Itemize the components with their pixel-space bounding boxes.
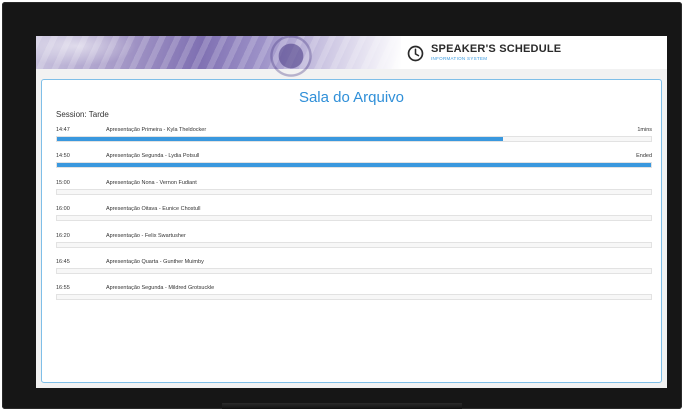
clock-icon <box>407 45 424 61</box>
schedule-row: 14:50 Apresentação Segunda - Lydia Potsu… <box>56 151 652 171</box>
progress-fill <box>57 137 503 141</box>
row-title: Apresentação Segunda - Mildred Grotsuckl… <box>106 285 215 291</box>
schedule-panel: Sala do Arquivo Session: Tarde 14:47 Apr… <box>41 79 662 383</box>
row-time: 16:00 <box>56 206 70 212</box>
progress-track <box>56 294 652 300</box>
schedule-row: 16:00 Apresentação Oitava - Eunice Chost… <box>56 204 652 224</box>
schedule-row: 16:20 Apresentação - Felix Swartusher <box>56 231 652 251</box>
display-bezel: SPEAKER'S SCHEDULE INFORMATION SYSTEM Sa… <box>2 2 682 409</box>
brand-title: SPEAKER'S SCHEDULE <box>431 43 562 56</box>
row-title: Apresentação Oitava - Eunice Chostull <box>106 206 201 212</box>
row-time: 14:47 <box>56 127 70 133</box>
row-title: Apresentação Nona - Vernon Fudiant <box>106 180 197 186</box>
progress-track <box>56 242 652 248</box>
progress-track <box>56 162 652 168</box>
room-title: Sala do Arquivo <box>298 89 405 106</box>
brand: SPEAKER'S SCHEDULE INFORMATION SYSTEM <box>407 41 561 65</box>
schedule-row: 14:47 Apresentação Primeira - Kyla Theld… <box>56 125 652 145</box>
row-time: 15:00 <box>56 180 70 186</box>
progress-track <box>56 189 652 195</box>
progress-track <box>56 136 652 142</box>
schedule-row: 16:45 Apresentação Quarta - Gunther Muim… <box>56 257 652 277</box>
row-title: Apresentação Primeira - Kyla Theldocker <box>106 127 207 133</box>
row-time: 14:50 <box>56 153 70 159</box>
session-label: Session: Tarde <box>56 110 109 119</box>
screen: SPEAKER'S SCHEDULE INFORMATION SYSTEM Sa… <box>36 36 667 388</box>
header-banner-art <box>36 36 401 96</box>
row-status: 1mins <box>637 127 652 133</box>
progress-track <box>56 215 652 221</box>
progress-track <box>56 268 652 274</box>
header: SPEAKER'S SCHEDULE INFORMATION SYSTEM <box>36 36 667 96</box>
row-time: 16:55 <box>56 285 70 291</box>
row-time: 16:20 <box>56 233 70 239</box>
progress-fill <box>57 163 651 167</box>
brand-subtitle: INFORMATION SYSTEM <box>431 56 488 62</box>
schedule-row: 16:55 Apresentação Segunda - Mildred Gro… <box>56 283 652 303</box>
row-title: Apresentação - Felix Swartusher <box>106 233 186 239</box>
schedule-row: 15:00 Apresentação Nona - Vernon Fudiant <box>56 178 652 198</box>
row-title: Apresentação Segunda - Lydia Potsull <box>106 153 200 159</box>
row-status: Ended <box>636 153 652 159</box>
row-title: Apresentação Quarta - Gunther Muimby <box>106 259 204 265</box>
row-time: 16:45 <box>56 259 70 265</box>
